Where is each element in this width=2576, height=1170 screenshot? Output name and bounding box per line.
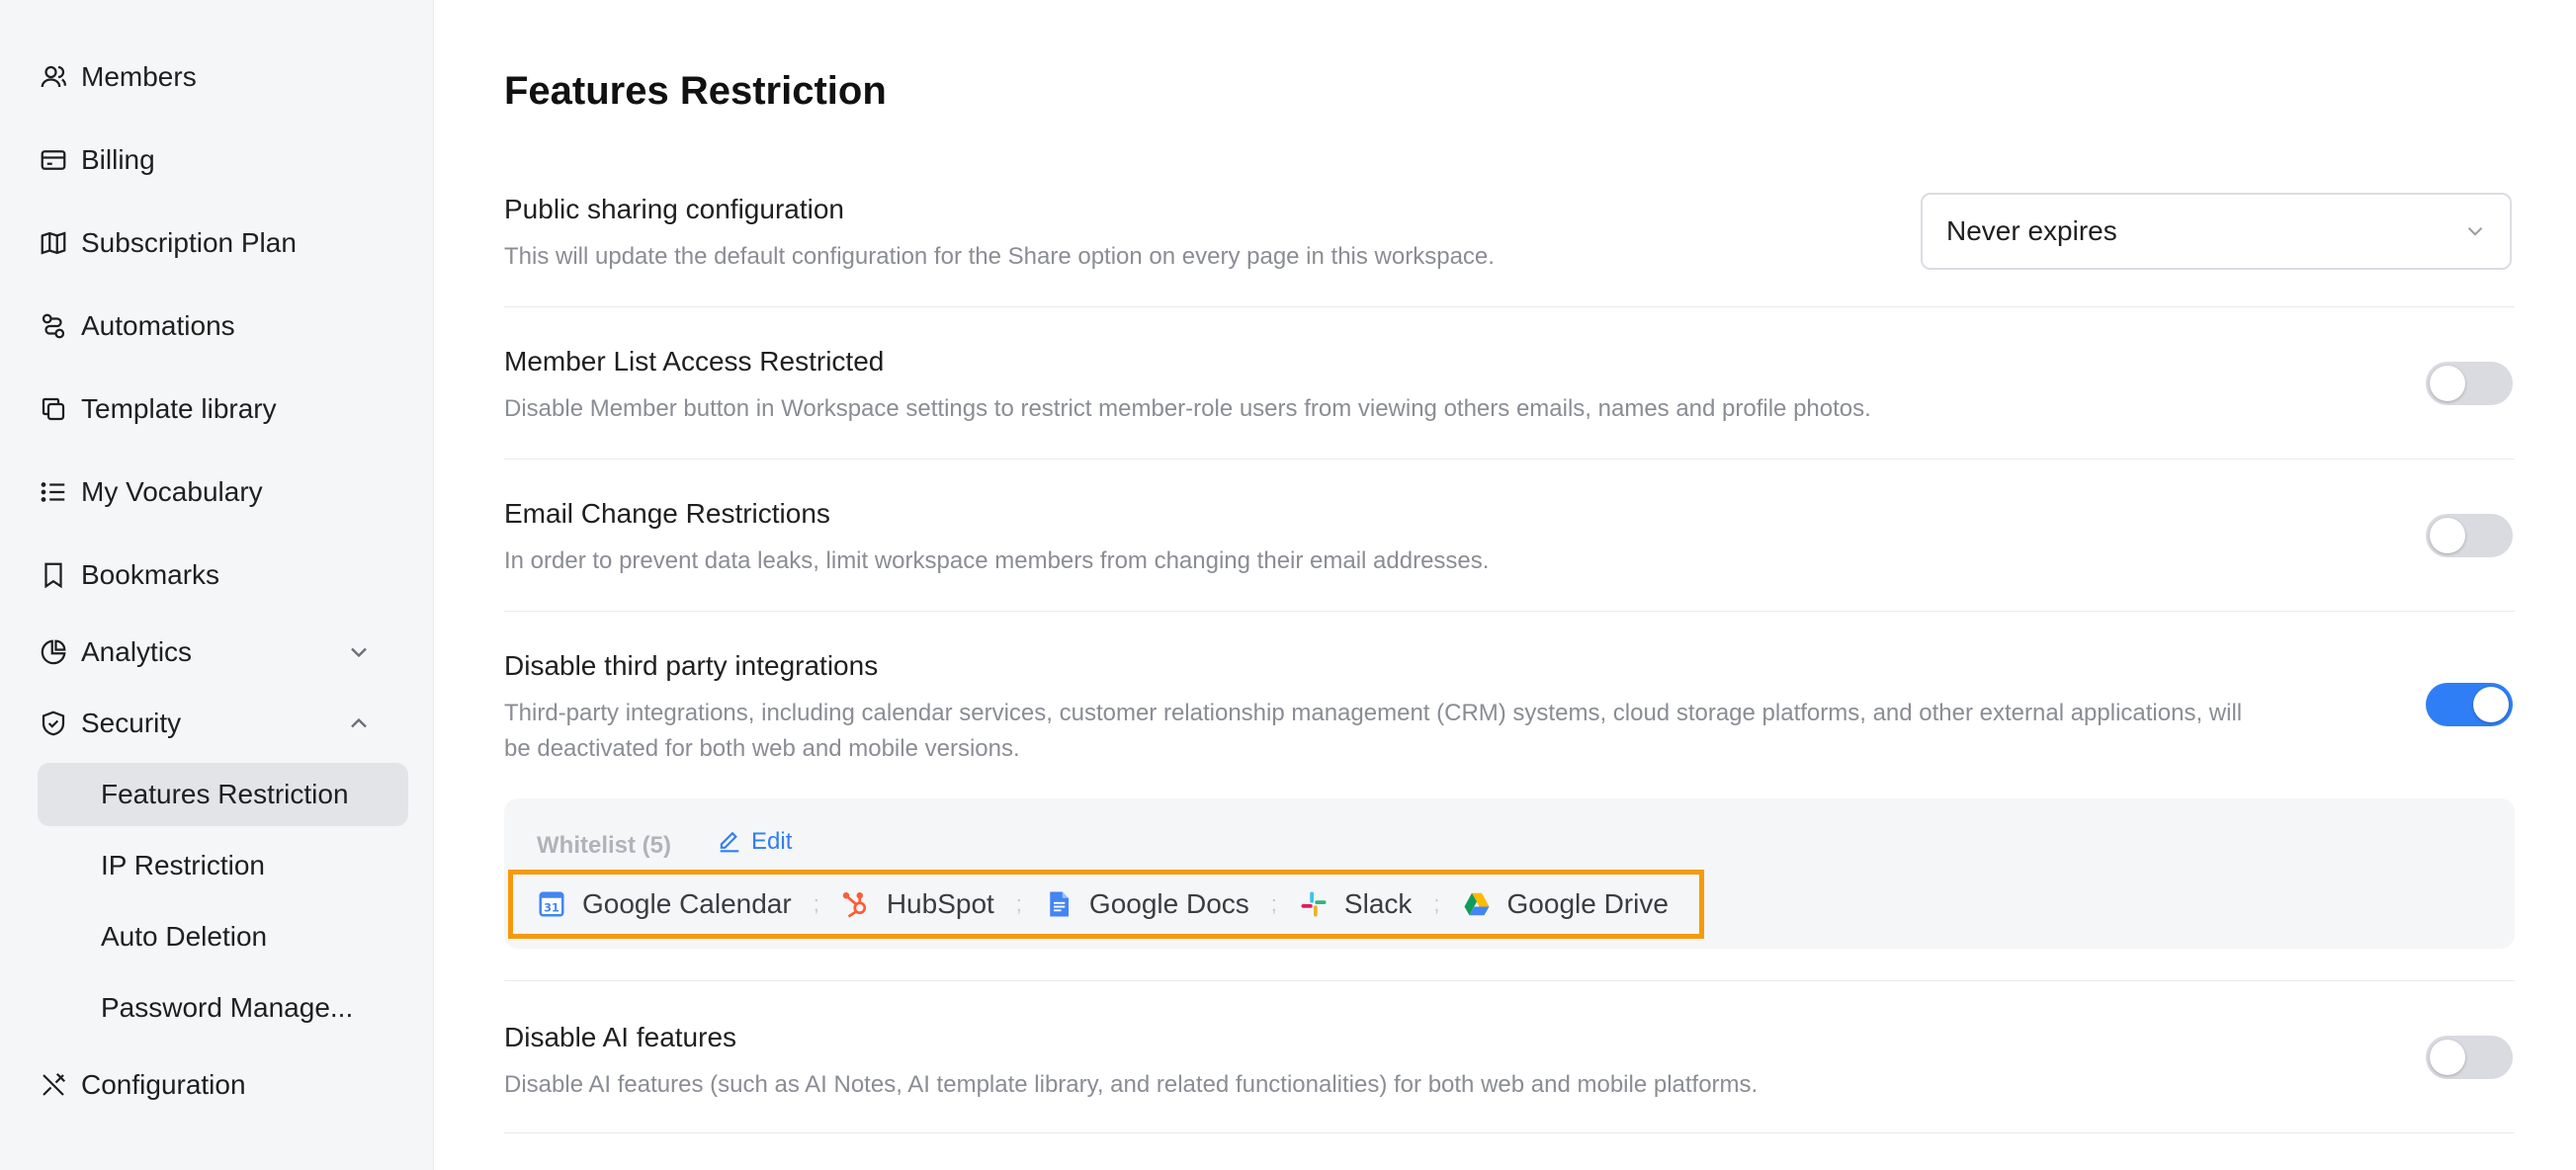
app-name: Google Drive <box>1506 888 1669 919</box>
edit-label: Edit <box>751 828 793 855</box>
chevron-down-icon[interactable] <box>345 638 373 666</box>
pie-chart-icon <box>38 636 69 668</box>
page-title: Features Restriction <box>504 69 887 113</box>
whitelist-panel: Whitelist (5) Edit 31 Google Calendar ; … <box>504 798 2515 949</box>
pencil-icon <box>720 831 739 853</box>
setting-title: Public sharing configuration <box>504 194 844 224</box>
separator: ; <box>1015 891 1022 916</box>
ai-features-toggle[interactable] <box>2426 1036 2513 1079</box>
setting-description-line2: be deactivated for both web and mobile v… <box>504 735 1020 762</box>
template-icon <box>38 393 69 425</box>
sidebar-item-template-library[interactable]: Template library <box>38 377 408 441</box>
sidebar-item-label: Configuration <box>81 1069 246 1100</box>
sidebar-item-security[interactable]: Security <box>38 692 408 755</box>
map-icon <box>38 227 69 259</box>
app-chip-google-calendar: 31 Google Calendar <box>537 888 792 920</box>
divider <box>504 459 2515 460</box>
setting-description-line1: Third-party integrations, including cale… <box>504 700 2243 726</box>
sidebar-subitem-ip-restriction[interactable]: IP Restriction <box>38 834 408 897</box>
main-content: Features Restriction Public sharing conf… <box>504 0 2515 1170</box>
app-name: Google Docs <box>1088 888 1249 919</box>
slack-icon <box>1301 891 1327 917</box>
billing-icon <box>38 144 69 176</box>
setting-description: Disable Member button in Workspace setti… <box>504 395 1871 422</box>
app-chip-google-docs: Google Docs <box>1044 888 1249 920</box>
sidebar-item-automations[interactable]: Automations <box>38 294 408 358</box>
sidebar-item-label: Security <box>81 708 182 738</box>
sidebar-item-label: Analytics <box>81 636 193 667</box>
app-chip-google-drive: Google Drive <box>1462 888 1669 920</box>
separator: ; <box>1433 891 1440 916</box>
chevron-up-icon[interactable] <box>345 710 373 737</box>
sidebar-subitem-features-restriction[interactable]: Features Restriction <box>38 763 408 826</box>
app-name: Google Calendar <box>582 888 792 919</box>
sidebar-subitem-label: Password Manage... <box>101 992 354 1023</box>
chevron-down-icon <box>2467 227 2483 236</box>
setting-title: Disable third party integrations <box>504 650 879 681</box>
separator: ; <box>1270 891 1277 916</box>
sidebar-subitem-password-manager[interactable]: Password Manage... <box>38 976 408 1040</box>
toggle-knob <box>2430 518 2465 553</box>
sidebar-item-bookmarks[interactable]: Bookmarks <box>38 543 408 607</box>
whitelist-label: Whitelist (5) <box>537 832 671 859</box>
separator: ; <box>813 891 819 916</box>
google-calendar-icon: 31 <box>539 891 564 917</box>
sidebar: Members Billing Subscription Plan Automa… <box>0 0 434 1170</box>
sidebar-subitem-label: Features Restriction <box>101 779 349 809</box>
setting-description: This will update the default configurati… <box>504 243 1495 270</box>
sidebar-subitem-label: Auto Deletion <box>101 921 268 952</box>
sidebar-subitem-auto-deletion[interactable]: Auto Deletion <box>38 905 408 968</box>
divider <box>504 306 2515 307</box>
svg-text:31: 31 <box>544 902 559 915</box>
toggle-knob <box>2430 1040 2465 1075</box>
sidebar-item-label: Subscription Plan <box>81 227 297 258</box>
toggle-knob <box>2473 687 2509 722</box>
public-sharing-select[interactable]: Never expires <box>1921 193 2512 270</box>
automations-icon <box>38 310 69 342</box>
app-chip-slack: Slack <box>1299 888 1412 920</box>
sidebar-item-label: Bookmarks <box>81 559 220 590</box>
tools-icon <box>38 1069 69 1101</box>
toggle-knob <box>2430 366 2465 401</box>
hubspot-icon <box>842 892 866 918</box>
select-value: Never expires <box>1946 215 2117 246</box>
app-name: Slack <box>1343 888 1413 919</box>
setting-description: Disable AI features (such as AI Notes, A… <box>504 1071 1759 1098</box>
sidebar-item-label: My Vocabulary <box>81 476 263 507</box>
sidebar-item-configuration[interactable]: Configuration <box>38 1053 408 1117</box>
divider <box>504 611 2515 612</box>
sidebar-item-subscription-plan[interactable]: Subscription Plan <box>38 211 408 275</box>
bookmark-icon <box>38 559 69 591</box>
divider <box>504 1132 2515 1133</box>
email-change-toggle[interactable] <box>2426 514 2513 557</box>
whitelist-edit-button[interactable]: Edit <box>716 828 792 856</box>
sidebar-item-my-vocabulary[interactable]: My Vocabulary <box>38 460 408 524</box>
google-drive-icon <box>1464 892 1490 916</box>
app-chip-hubspot: HubSpot <box>841 888 994 920</box>
member-list-toggle[interactable] <box>2426 362 2513 405</box>
setting-title: Member List Access Restricted <box>504 346 885 376</box>
sidebar-item-label: Members <box>81 61 197 92</box>
members-icon <box>38 61 69 93</box>
setting-description: In order to prevent data leaks, limit wo… <box>504 547 1490 574</box>
setting-title: Disable AI features <box>504 1022 737 1052</box>
sidebar-subitem-label: IP Restriction <box>101 850 265 880</box>
divider <box>504 980 2515 981</box>
sidebar-item-label: Billing <box>81 144 155 175</box>
sidebar-item-billing[interactable]: Billing <box>38 128 408 192</box>
sidebar-item-members[interactable]: Members <box>38 45 408 109</box>
google-docs-icon <box>1050 891 1069 917</box>
third-party-toggle[interactable] <box>2426 683 2513 726</box>
whitelist-apps: 31 Google Calendar ; HubSpot ; Google Do… <box>508 870 1704 939</box>
app-name: HubSpot <box>886 888 994 919</box>
setting-title: Email Change Restrictions <box>504 498 830 529</box>
list-icon <box>38 476 69 508</box>
sidebar-item-label: Automations <box>81 310 235 341</box>
sidebar-item-analytics[interactable]: Analytics <box>38 621 408 684</box>
sidebar-item-label: Template library <box>81 393 277 424</box>
shield-icon <box>38 708 69 739</box>
